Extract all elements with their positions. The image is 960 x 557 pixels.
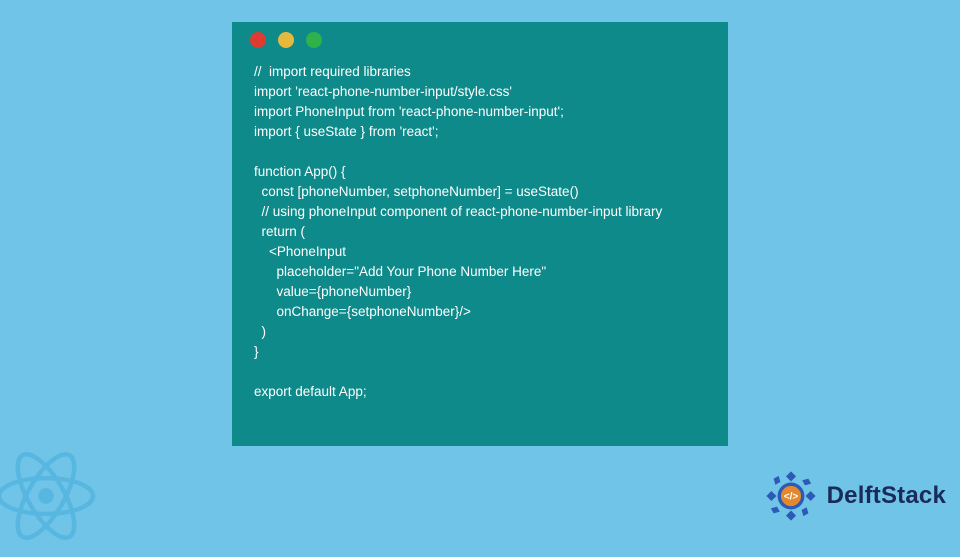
code-line: import { useState } from 'react'; xyxy=(254,124,439,139)
code-window: // import required libraries import 'rea… xyxy=(232,22,728,446)
code-line: } xyxy=(254,344,259,359)
code-line: export default App; xyxy=(254,384,367,399)
code-line: ) xyxy=(254,324,266,339)
code-line: value={phoneNumber} xyxy=(254,284,411,299)
code-line: import PhoneInput from 'react-phone-numb… xyxy=(254,104,564,119)
code-line: // import required libraries xyxy=(254,64,411,79)
code-line: onChange={setphoneNumber}/> xyxy=(254,304,471,319)
code-line: function App() { xyxy=(254,164,346,179)
code-line: return ( xyxy=(254,224,305,239)
window-minimize-dot xyxy=(278,32,294,48)
window-titlebar xyxy=(232,22,728,58)
window-close-dot xyxy=(250,32,266,48)
code-line: placeholder="Add Your Phone Number Here" xyxy=(254,264,546,279)
code-line: // using phoneInput component of react-p… xyxy=(254,204,662,219)
code-body: // import required libraries import 'rea… xyxy=(232,58,728,410)
brand-logo-icon: </> xyxy=(763,468,819,524)
svg-text:</>: </> xyxy=(783,491,798,502)
code-line: import 'react-phone-number-input/style.c… xyxy=(254,84,512,99)
react-watermark-icon xyxy=(0,440,102,552)
code-line: <PhoneInput xyxy=(254,244,346,259)
window-zoom-dot xyxy=(306,32,322,48)
brand-name: DelftStack xyxy=(827,482,946,510)
code-line: const [phoneNumber, setphoneNumber] = us… xyxy=(254,184,579,199)
brand: </> DelftStack xyxy=(763,468,946,524)
